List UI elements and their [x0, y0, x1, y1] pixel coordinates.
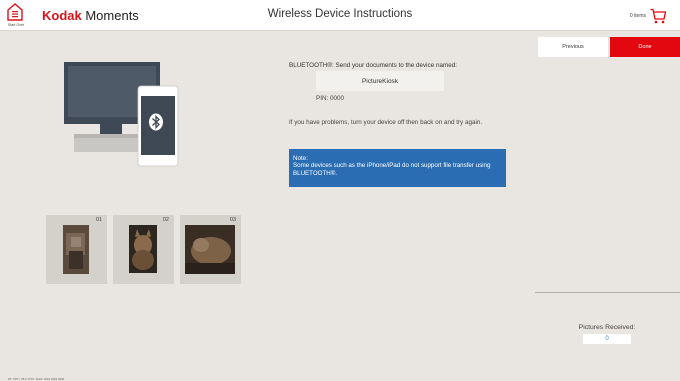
- page-title: Wireless Device Instructions: [267, 8, 413, 20]
- device-name-box: PictureKiosk: [316, 71, 444, 91]
- cart-button[interactable]: 0 items: [630, 6, 666, 26]
- device-illustration: [60, 60, 185, 170]
- thumbnail-number: 01: [95, 217, 102, 223]
- note-box: Note: Some devices such as the iPhone/iP…: [289, 149, 506, 187]
- thumbnail-number: 02: [162, 217, 169, 223]
- header-bar: Start Over Kodak Moments Wireless Device…: [0, 0, 680, 31]
- thumbnail-card[interactable]: 02: [113, 215, 174, 284]
- pin-label: PIN: 0000: [316, 95, 345, 102]
- photo-thumbnail: [63, 225, 89, 274]
- divider: [535, 292, 680, 293]
- bluetooth-icon: [149, 113, 163, 131]
- troubleshoot-text: If you have problems, turn your device o…: [289, 119, 483, 126]
- done-button[interactable]: Done: [610, 37, 680, 57]
- send-instruction: BLUETOOTH®: Send your documents to the d…: [289, 62, 457, 69]
- thumbnail-card[interactable]: 03: [180, 215, 241, 284]
- start-over-label: Start Over: [7, 23, 25, 27]
- photo-thumbnail: [185, 225, 235, 274]
- instructions-block: BLUETOOTH®: Send your documents to the d…: [289, 62, 504, 69]
- previous-button[interactable]: Previous: [538, 37, 608, 57]
- pictures-received-count: 0: [583, 334, 631, 344]
- pictures-received-label: Pictures Received:: [578, 324, 636, 331]
- shopping-cart-icon: [650, 8, 666, 24]
- build-info: RT: XPK / V8.0.7760 - Build: 2019.0403.0…: [8, 377, 65, 381]
- thumbnail-card[interactable]: 01: [46, 215, 107, 284]
- thumbnail-number: 03: [229, 217, 236, 223]
- note-text: Note: Some devices such as the iPhone/iP…: [293, 155, 491, 177]
- photo-thumbnail: [129, 225, 157, 273]
- cart-count: 0 items: [629, 13, 646, 19]
- computer-phone-illustration: [64, 62, 179, 167]
